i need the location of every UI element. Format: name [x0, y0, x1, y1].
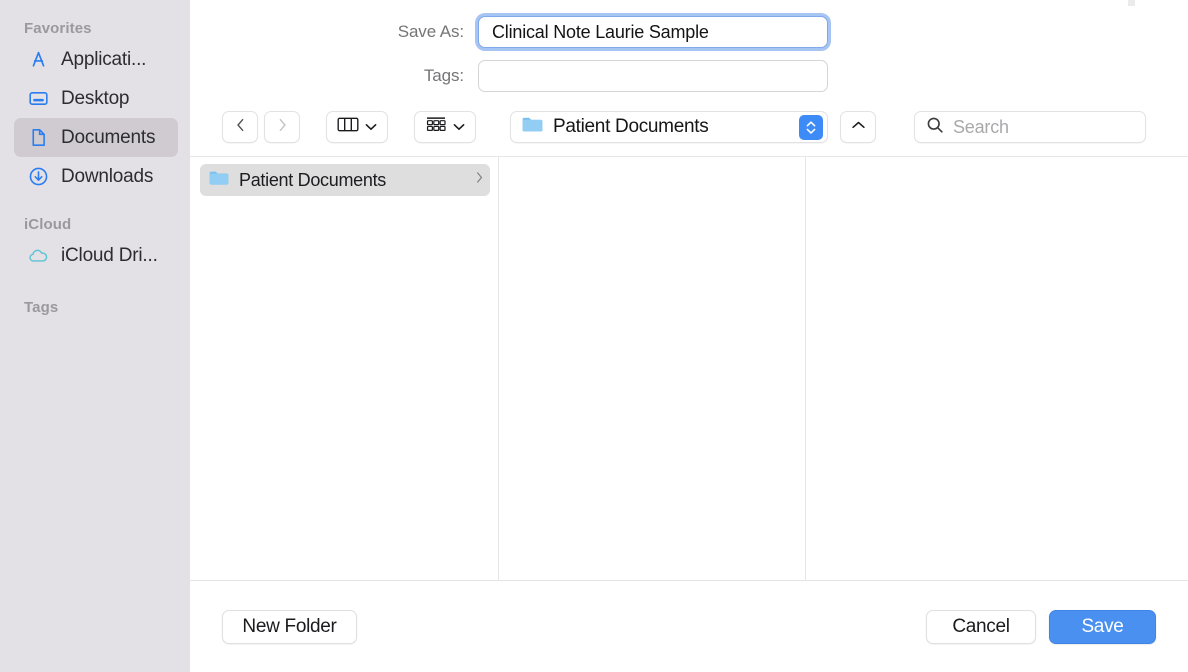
list-item-label: Patient Documents: [239, 169, 386, 190]
save-dialog: Favorites Applicati... Desktop Documents…: [0, 0, 1188, 672]
list-item[interactable]: Patient Documents: [200, 164, 490, 196]
search-icon: [926, 116, 944, 139]
save-as-label: Save As:: [397, 22, 464, 41]
sidebar-item-applications[interactable]: Applicati...: [14, 40, 178, 79]
chevron-left-icon: [234, 117, 247, 138]
search-field[interactable]: Search: [914, 111, 1146, 143]
sidebar-item-icloud-drive[interactable]: iCloud Dri...: [14, 236, 178, 275]
group-by-icon: [425, 116, 447, 139]
cancel-button[interactable]: Cancel: [926, 609, 1036, 644]
tags-row: Tags:: [190, 54, 1188, 98]
save-as-row: Save As:: [190, 10, 1188, 54]
chevron-right-icon: [475, 171, 484, 189]
sidebar-item-desktop[interactable]: Desktop: [14, 79, 178, 118]
sidebar-section-favorites-title: Favorites: [24, 20, 92, 37]
desktop-icon: [27, 88, 49, 110]
path-popup-button[interactable]: Patient Documents: [510, 111, 828, 143]
sidebar-item-documents[interactable]: Documents: [14, 118, 178, 157]
file-browser: Patient Documents: [190, 156, 1188, 581]
column-view-icon: [337, 116, 359, 138]
applications-icon: [27, 49, 49, 71]
view-mode-button[interactable]: [326, 111, 388, 143]
window-corner-artifact: [1128, 0, 1135, 6]
sidebar-section-tags-title: Tags: [24, 299, 59, 316]
main-pane: Save As: Tags:: [190, 0, 1188, 672]
icloud-icon: [27, 245, 49, 267]
navigation-group: [222, 111, 300, 143]
chevron-down-icon: [365, 118, 377, 136]
sidebar: Favorites Applicati... Desktop Documents…: [0, 0, 190, 672]
form-area: Save As: Tags:: [190, 0, 1188, 98]
chevron-right-icon: [276, 117, 289, 138]
sidebar-item-label: iCloud Dri...: [61, 244, 158, 266]
browser-column-3[interactable]: [806, 157, 1188, 580]
tags-input[interactable]: [478, 60, 828, 92]
browser-column-1[interactable]: Patient Documents: [190, 157, 499, 580]
sidebar-item-downloads[interactable]: Downloads: [14, 157, 178, 196]
forward-button[interactable]: [264, 111, 300, 143]
browser-column-2[interactable]: [499, 157, 806, 580]
sidebar-item-label: Applicati...: [61, 48, 147, 70]
sidebar-item-label: Documents: [61, 126, 156, 148]
go-up-button[interactable]: [840, 111, 876, 143]
group-by-button[interactable]: [414, 111, 476, 143]
folder-icon: [521, 115, 544, 139]
document-icon: [27, 127, 49, 149]
sidebar-item-label: Desktop: [61, 87, 130, 109]
save-button[interactable]: Save: [1049, 609, 1156, 644]
tags-label: Tags:: [423, 66, 464, 85]
path-popup-label: Patient Documents: [553, 116, 709, 137]
up-down-chevron-icon[interactable]: [799, 115, 823, 140]
browser-toolbar: Patient Documents Search: [190, 98, 1188, 156]
downloads-icon: [27, 166, 49, 188]
chevron-down-icon: [453, 118, 465, 136]
sidebar-section-icloud-title: iCloud: [24, 216, 72, 233]
new-folder-button[interactable]: New Folder: [222, 609, 357, 644]
dialog-footer: New Folder Cancel Save: [190, 581, 1188, 672]
sidebar-item-label: Downloads: [61, 165, 154, 187]
search-placeholder: Search: [953, 116, 1009, 137]
back-button[interactable]: [222, 111, 258, 143]
save-as-input[interactable]: [478, 16, 828, 48]
chevron-up-icon: [851, 118, 866, 136]
folder-icon: [208, 169, 230, 192]
